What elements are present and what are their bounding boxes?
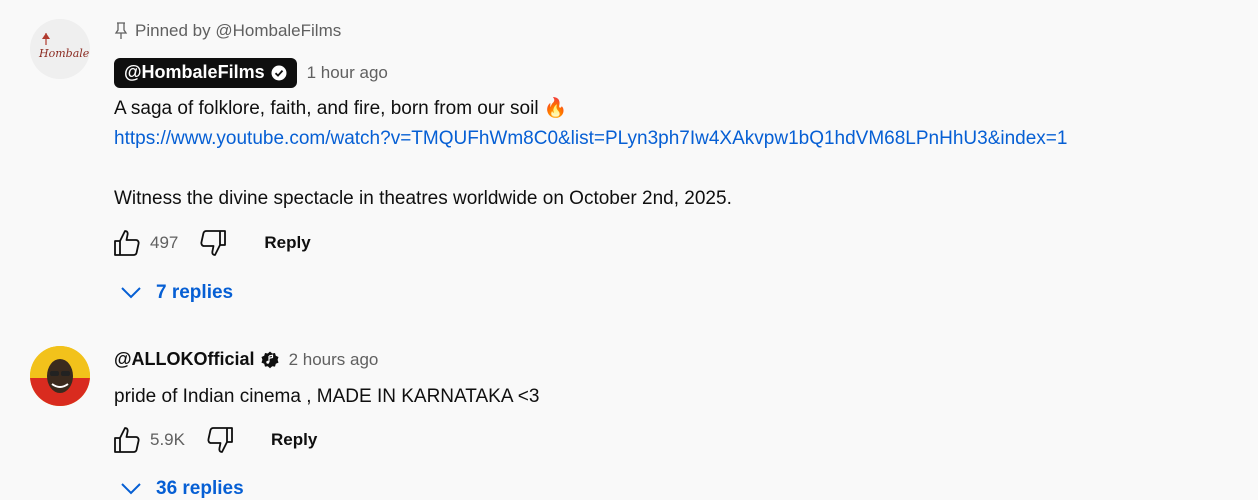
thumbs-down-icon [207,427,233,453]
author-name: @HombaleFilms [124,62,265,82]
comment-time[interactable]: 2 hours ago [289,350,379,370]
avatar-logo-text: Hombale [38,47,90,60]
check-circle-icon [271,65,287,80]
like-button[interactable] [112,425,142,455]
pin-icon [114,22,128,39]
comment-text-line: Witness the divine spectacle in theatres… [114,188,732,209]
like-button[interactable] [112,228,142,258]
thumbs-up-icon [114,427,140,453]
replies-count-label: 7 replies [156,282,234,303]
author-chip-hombale[interactable]: @HombaleFilms [114,58,297,88]
chevron-down-icon [121,483,141,495]
view-replies-button[interactable]: 7 replies [120,282,233,304]
like-count: 5.9K [150,430,185,449]
replies-count-label: 36 replies [156,478,244,499]
dislike-button[interactable] [205,425,235,455]
video-link[interactable]: https://www.youtube.com/watch?v=TMQUFhWm… [114,124,1067,154]
reply-button[interactable]: Reply [264,233,310,253]
thumbs-down-icon [200,230,227,256]
avatar-allok[interactable] [30,346,90,406]
pinned-text: Pinned by @HombaleFilms [135,21,342,40]
comment-text-line: pride of Indian cinema , MADE IN KARNATA… [114,386,540,407]
chevron-down-icon [121,287,141,299]
author-name: @ALLOKOfficial [114,349,255,369]
author-link-allok[interactable]: @ALLOKOfficial [114,349,279,370]
dislike-button[interactable] [198,228,228,258]
author-row: @HombaleFilms 1 hour ago [114,58,388,88]
thumbs-up-icon [114,230,140,256]
pinned-label: Pinned by @HombaleFilms [114,21,341,41]
avatar-hombale[interactable]: Hombale [30,19,90,79]
like-count: 497 [150,233,179,252]
author-row: @ALLOKOfficial 2 hours ago [114,349,378,370]
comment-actions: 5.9K Reply [112,425,317,455]
reply-button[interactable]: Reply [271,430,317,450]
comment-actions: 497 Reply [112,228,311,258]
music-note-badge-icon [261,351,279,368]
view-replies-button[interactable]: 36 replies [120,478,244,500]
comment-text-line: A saga of folklore, faith, and fire, bor… [114,98,568,119]
comment-time[interactable]: 1 hour ago [307,63,388,83]
